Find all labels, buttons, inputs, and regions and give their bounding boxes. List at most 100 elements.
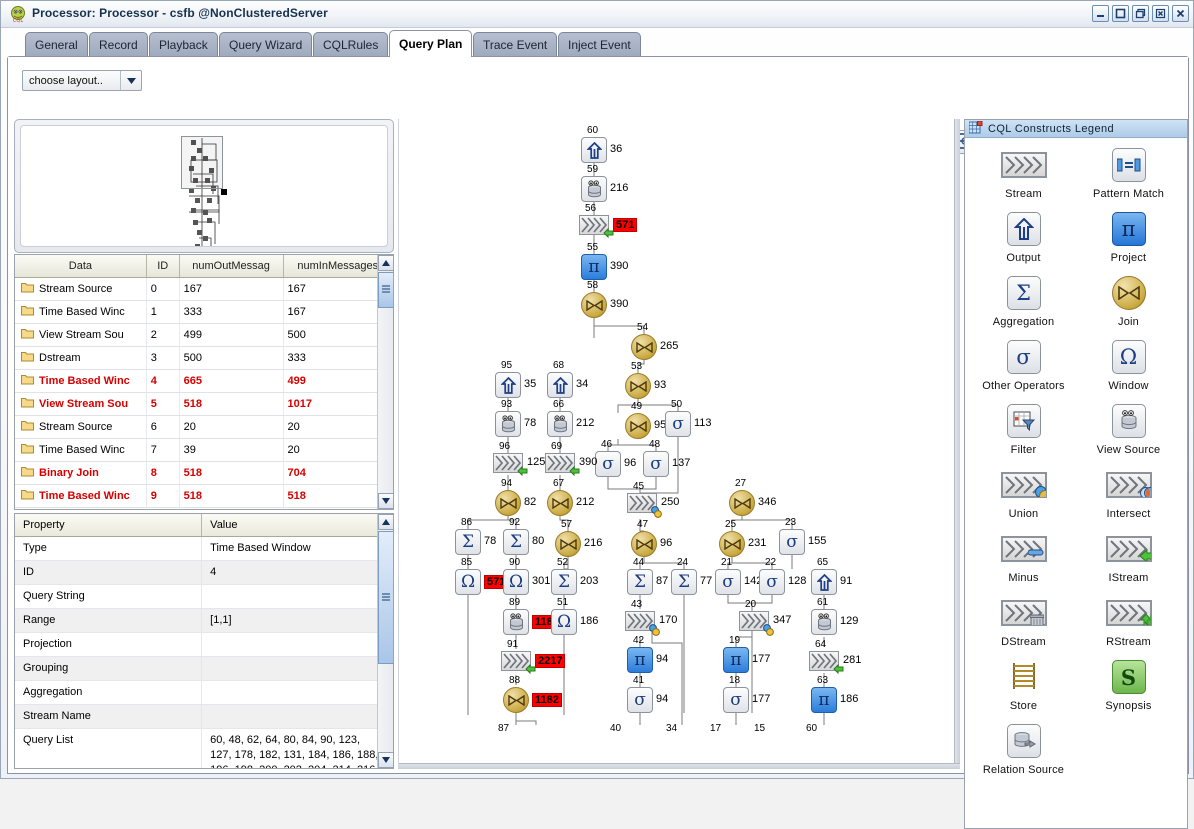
graph-node[interactable]: σ [595, 451, 621, 477]
maximize-button[interactable] [1112, 5, 1129, 22]
graph-node[interactable] [495, 372, 521, 398]
graph-node[interactable] [581, 137, 607, 163]
table-body[interactable]: Stream Source 0 167 167 Time Based Winc 1 333 1… [15, 277, 393, 508]
query-plan-graph[interactable]: 60 36 59 216 56 571 π 55 390 58 390 54 265 53 93 95 35 68… [398, 119, 960, 769]
graph-node[interactable]: Σ [551, 569, 577, 595]
graph-node[interactable] [811, 569, 837, 595]
graph-node[interactable] [547, 372, 573, 398]
close-box-button[interactable] [1152, 5, 1169, 22]
join-icon [625, 373, 651, 399]
layout-select[interactable]: choose layout.. [22, 70, 142, 91]
graph-node[interactable]: Σ [455, 529, 481, 555]
data-table-scrollbar[interactable] [377, 255, 393, 509]
overview-viewport-rect[interactable] [181, 136, 223, 189]
graph-node[interactable] [495, 490, 521, 516]
union-badge-icon [649, 624, 660, 636]
graph-node[interactable] [581, 176, 607, 202]
column-header[interactable]: numOutMessag [179, 255, 284, 278]
graph-horizontal-scrollbar[interactable] [399, 763, 960, 769]
property-column-header[interactable]: Value [201, 514, 393, 537]
graph-node[interactable]: Ω [551, 609, 577, 635]
graph-node[interactable] [719, 531, 745, 557]
property-row[interactable]: Aggregation [15, 680, 393, 705]
graph-node[interactable] [503, 687, 529, 713]
table-row[interactable]: Time Based Winc 4 665 499 [15, 369, 393, 393]
property-table[interactable]: Property Value Type Time Based Window ID 4 Qu… [14, 513, 394, 769]
graph-node[interactable]: σ [665, 411, 691, 437]
tab-record[interactable]: Record [89, 32, 148, 57]
graph-node[interactable] [625, 413, 651, 439]
scroll-up-button[interactable] [378, 255, 393, 271]
graph-node[interactable]: σ [627, 687, 653, 713]
tab-cqlrules[interactable]: CQLRules [313, 32, 389, 57]
property-row[interactable]: Query String [15, 584, 393, 609]
graph-node[interactable] [729, 490, 755, 516]
graph-node[interactable]: Ω [503, 569, 529, 595]
graph-node[interactable]: σ [715, 569, 741, 595]
graph-node[interactable]: Σ [671, 569, 697, 595]
table-row[interactable]: View Stream Sou 5 518 1017 [15, 392, 393, 416]
tab-trace-event[interactable]: Trace Event [473, 32, 558, 57]
graph-node[interactable]: σ [779, 529, 805, 555]
table-row[interactable]: Binary Join 8 518 704 [15, 461, 393, 485]
tab-query-plan[interactable]: Query Plan [389, 30, 473, 57]
restore-button[interactable] [1132, 5, 1149, 22]
graph-node[interactable]: π [627, 647, 653, 673]
property-row[interactable]: Range [1,1] [15, 608, 393, 633]
graph-node[interactable] [631, 531, 657, 557]
property-row[interactable]: Query List 60, 48, 62, 64, 80, 84, 90, 12… [15, 728, 393, 768]
table-row[interactable]: Stream Source 6 20 20 [15, 415, 393, 439]
graph-node[interactable]: Ω [455, 569, 481, 595]
graph-overview-canvas[interactable] [20, 125, 388, 247]
prop-scroll-down-button[interactable] [378, 752, 393, 768]
tab-query-wizard[interactable]: Query Wizard [219, 32, 313, 57]
graph-vertical-scrollbar[interactable] [954, 119, 960, 763]
graph-node[interactable]: σ [759, 569, 785, 595]
table-row[interactable]: Stream Source 0 167 167 [15, 277, 393, 301]
graph-node[interactable]: π [811, 687, 837, 713]
table-row[interactable]: Time Based Winc 1 333 167 [15, 300, 393, 324]
graph-node[interactable] [555, 531, 581, 557]
property-row[interactable]: Stream Name [15, 704, 393, 729]
property-row[interactable]: ID 4 [15, 560, 393, 585]
graph-node[interactable]: π [723, 647, 749, 673]
tab-inject-event[interactable]: Inject Event [558, 32, 641, 57]
graph-node[interactable] [625, 373, 651, 399]
graph-node[interactable] [631, 334, 657, 360]
overview-resize-handle[interactable] [221, 189, 227, 195]
property-column-header[interactable]: Property [15, 514, 203, 537]
graph-node[interactable]: π [581, 254, 607, 280]
property-row[interactable]: Projection [15, 632, 393, 657]
table-row[interactable]: Time Based Winc 9 518 518 [15, 484, 393, 508]
minimize-button[interactable] [1092, 5, 1109, 22]
graph-node[interactable]: Σ [627, 569, 653, 595]
property-table-scrollbar[interactable] [377, 514, 393, 768]
graph-node[interactable]: σ [643, 451, 669, 477]
graph-node[interactable]: σ [723, 687, 749, 713]
graph-node[interactable] [547, 411, 573, 437]
graph-node[interactable] [547, 490, 573, 516]
column-header[interactable]: Data [15, 255, 147, 278]
tab-playback[interactable]: Playback [149, 32, 218, 57]
data-table[interactable]: Data ID numOutMessag numInMessages Stream S… [14, 254, 394, 510]
scrollbar-thumb[interactable] [378, 272, 393, 308]
prop-scroll-up-button[interactable] [378, 514, 393, 530]
table-row[interactable]: Dstream 3 500 333 [15, 346, 393, 370]
close-button[interactable] [1172, 5, 1189, 22]
table-row[interactable]: Time Based Winc 7 39 20 [15, 438, 393, 462]
graph-node[interactable] [495, 411, 521, 437]
table-row[interactable]: View Stream Sou 2 499 500 [15, 323, 393, 347]
property-row[interactable]: Grouping [15, 656, 393, 681]
graph-node[interactable]: Σ [503, 529, 529, 555]
column-header[interactable]: ID [146, 255, 180, 278]
graph-node[interactable] [811, 609, 837, 635]
property-body[interactable]: Type Time Based Window ID 4 Query String Rang… [15, 536, 393, 768]
tab-general[interactable]: General [25, 32, 88, 57]
node-count-label: 390 [579, 456, 598, 468]
graph-node[interactable] [581, 292, 607, 318]
property-row[interactable]: Type Time Based Window [15, 536, 393, 561]
graph-node[interactable] [503, 609, 529, 635]
graph-overview-panel[interactable] [14, 119, 394, 253]
prop-scrollbar-thumb[interactable] [378, 531, 393, 664]
scroll-down-button[interactable] [378, 493, 393, 509]
